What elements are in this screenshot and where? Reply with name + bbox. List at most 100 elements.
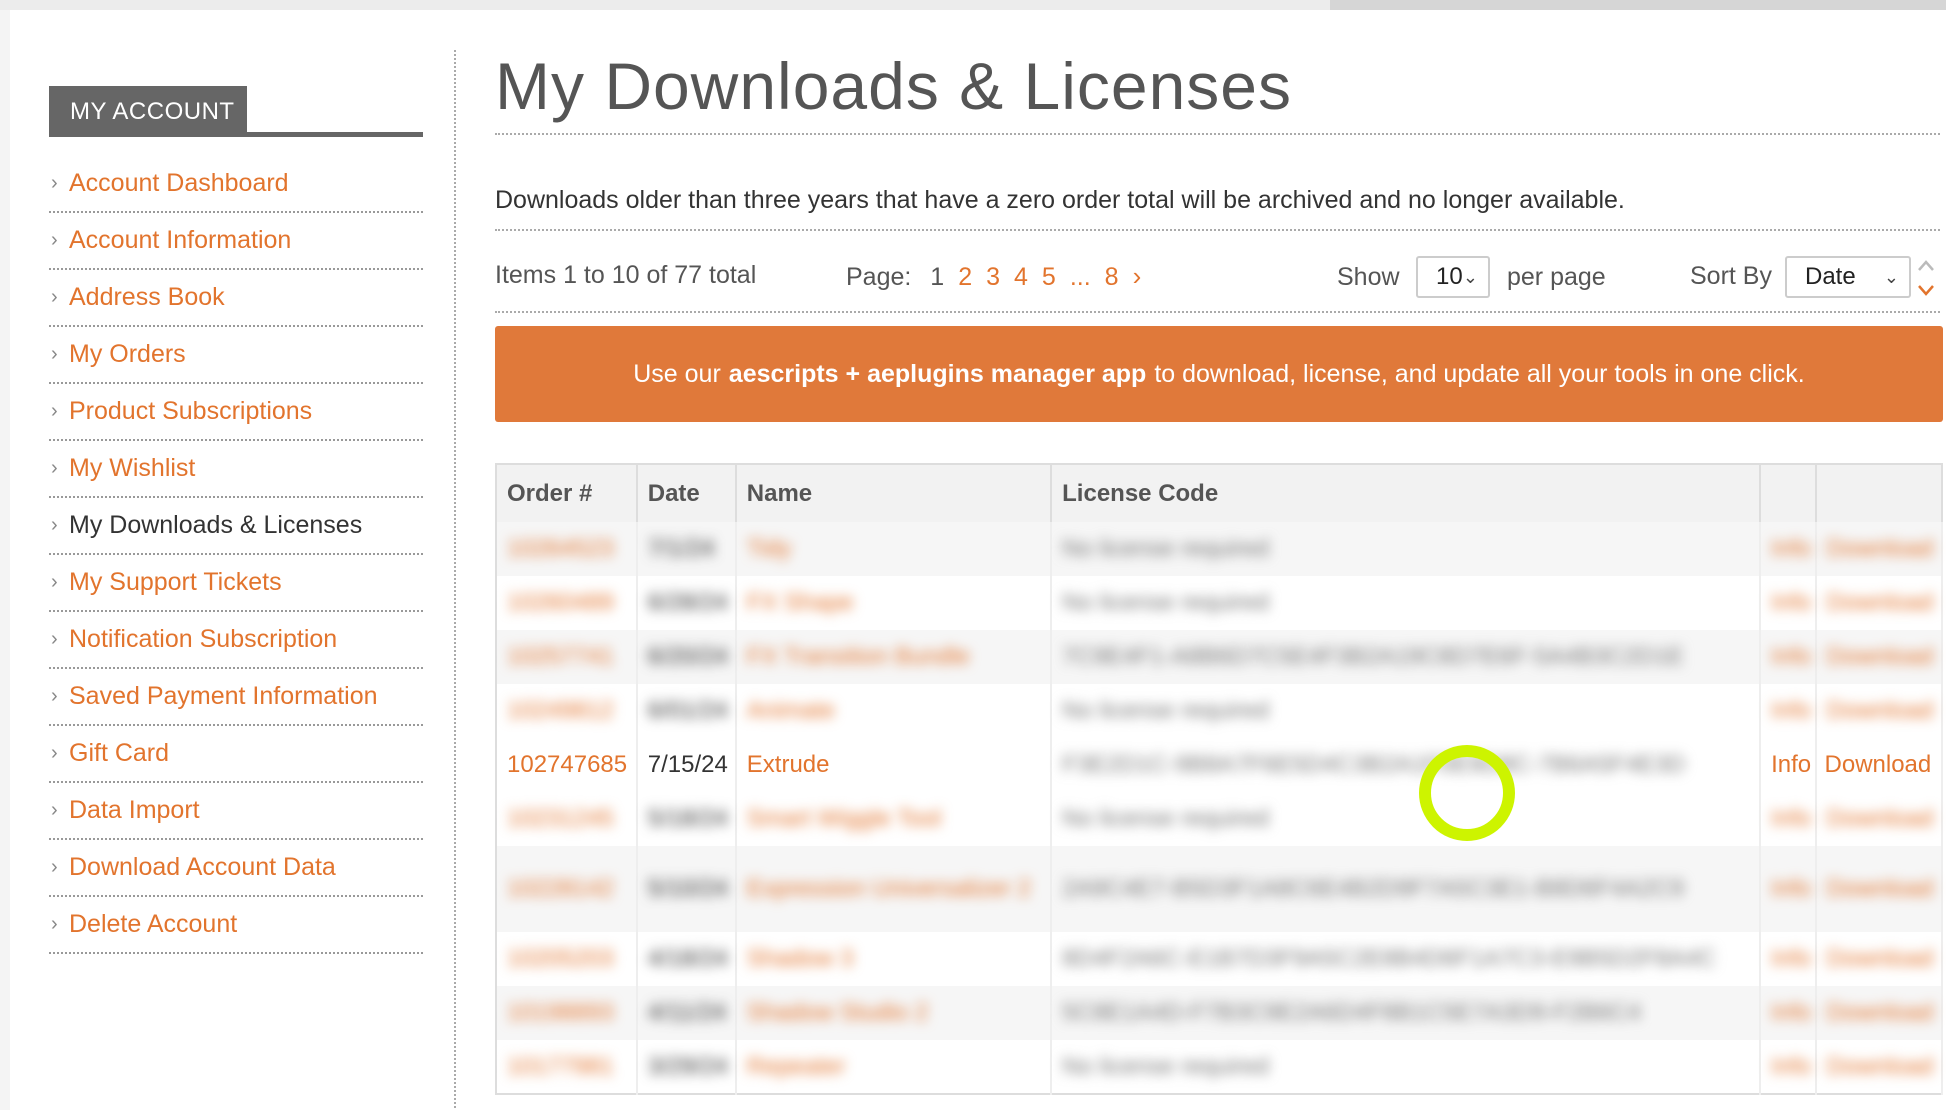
order-number-link[interactable]: 10177981 (507, 1053, 614, 1080)
sort-select[interactable]: Date ⌄ (1785, 256, 1911, 298)
info-link[interactable]: Info (1771, 875, 1811, 902)
download-link[interactable]: Download (1827, 535, 1934, 562)
product-name-link[interactable]: Animate (747, 697, 835, 724)
info-link[interactable]: Info (1771, 535, 1811, 562)
product-name-link[interactable]: Smart Wiggle Tool (747, 805, 941, 832)
info-link[interactable]: Info (1771, 751, 1811, 778)
sidebar-item-address-book[interactable]: › Address Book (49, 270, 423, 327)
archive-notice: Downloads older than three years that ha… (495, 186, 1625, 214)
order-number-link[interactable]: 10231245 (507, 805, 614, 832)
product-name-link[interactable]: Repeater (747, 1053, 846, 1080)
info-link[interactable]: Info (1771, 643, 1811, 670)
sidebar-item-account-dashboard[interactable]: › Account Dashboard (49, 156, 423, 213)
sidebar-item-label[interactable]: Gift Card (69, 739, 169, 768)
order-number-link[interactable]: 10205203 (507, 945, 614, 972)
chevron-right-icon: › (51, 913, 58, 935)
product-name-link[interactable]: FX Transition Bundle (747, 643, 970, 670)
info-link[interactable]: Info (1771, 805, 1811, 832)
product-name-link[interactable]: Shadow 3 (747, 945, 854, 972)
sidebar-item-label[interactable]: Product Subscriptions (69, 397, 312, 426)
cell-info: Info (1760, 522, 1817, 576)
sidebar-item-label[interactable]: Account Information (69, 226, 291, 255)
product-name-link[interactable]: FX Shape (747, 589, 854, 616)
order-number-link[interactable]: 10198893 (507, 999, 614, 1026)
product-name-link[interactable]: Extrude (747, 751, 830, 778)
order-date: 6/20/24 (647, 643, 728, 670)
product-name-link[interactable]: Tidy (747, 535, 791, 562)
order-number-link[interactable]: 10260489 (507, 589, 614, 616)
col-header-download (1815, 464, 1944, 522)
order-number-link[interactable]: 10257741 (507, 643, 614, 670)
download-link[interactable]: Download (1827, 875, 1934, 902)
cell-order: 10249812 (496, 684, 638, 738)
cell-license: No license required (1051, 576, 1762, 630)
page-link-3[interactable]: 3 (986, 263, 1000, 291)
sidebar-item-my-wishlist[interactable]: › My Wishlist (49, 441, 423, 498)
cell-date: 7/15/24 (636, 738, 737, 792)
col-header-name: Name (735, 464, 1053, 522)
table-body: 10264523 7/1/24 Tidy No license required Inf… (496, 522, 1944, 1094)
sidebar-item-gift-card[interactable]: › Gift Card (49, 726, 423, 783)
sidebar-item-account-information[interactable]: › Account Information (49, 213, 423, 270)
sidebar-item-data-import[interactable]: › Data Import (49, 783, 423, 840)
sidebar-item-label[interactable]: Account Dashboard (69, 169, 289, 198)
sidebar-item-saved-payment-information[interactable]: › Saved Payment Information (49, 669, 423, 726)
product-name-link[interactable]: Expression Universalizer 2 (747, 875, 1031, 902)
order-number-link[interactable]: 10228142 (507, 875, 614, 902)
download-link[interactable]: Download (1827, 945, 1934, 972)
page-link-8[interactable]: 8 (1105, 263, 1119, 291)
order-number-link[interactable]: 10264523 (507, 535, 614, 562)
per-page-value: 10 (1436, 263, 1463, 290)
manager-app-banner[interactable]: Use our aescripts + aeplugins manager ap… (495, 326, 1943, 422)
page-link-4[interactable]: 4 (1014, 263, 1028, 291)
top-strip (0, 0, 1330, 10)
sidebar-item-download-account-data[interactable]: › Download Account Data (49, 840, 423, 897)
page-link-2[interactable]: 2 (958, 263, 972, 291)
banner-app-name[interactable]: aescripts + aeplugins manager app (729, 360, 1147, 389)
sidebar-item-label[interactable]: My Support Tickets (69, 568, 282, 597)
sidebar-item-label[interactable]: Data Import (69, 796, 200, 825)
sort-direction-icon[interactable] (1915, 256, 1937, 300)
sidebar-item-my-orders[interactable]: › My Orders (49, 327, 423, 384)
sidebar-item-label[interactable]: Saved Payment Information (69, 682, 378, 711)
cell-order: 10205203 (496, 932, 638, 986)
sidebar-item-label[interactable]: Download Account Data (69, 853, 336, 882)
next-page-icon[interactable]: › (1133, 261, 1142, 291)
sidebar-item-product-subscriptions[interactable]: › Product Subscriptions (49, 384, 423, 441)
download-link[interactable]: Download (1827, 589, 1934, 616)
col-header-info (1760, 464, 1817, 522)
info-link[interactable]: Info (1771, 945, 1811, 972)
sidebar-item-delete-account[interactable]: › Delete Account (49, 897, 423, 954)
cell-download: Download (1815, 792, 1944, 846)
download-link[interactable]: Download (1827, 999, 1934, 1026)
sidebar-item-notification-subscription[interactable]: › Notification Subscription (49, 612, 423, 669)
sidebar-item-my-support-tickets[interactable]: › My Support Tickets (49, 555, 423, 612)
cell-info: Info (1760, 684, 1817, 738)
license-code: 7C9E4F1-A8B6D7C5E4F3B2A19C8D7E6F-5A4B3C2… (1062, 643, 1684, 670)
download-link[interactable]: Download (1827, 1053, 1934, 1080)
order-number-link[interactable]: 10249812 (507, 697, 614, 724)
download-link[interactable]: Download (1825, 751, 1932, 778)
sidebar-item-label[interactable]: Delete Account (69, 910, 237, 939)
info-link[interactable]: Info (1771, 1053, 1811, 1080)
download-link[interactable]: Download (1827, 805, 1934, 832)
info-link[interactable]: Info (1771, 697, 1811, 724)
page-link-1: 1 (930, 263, 945, 291)
info-link[interactable]: Info (1771, 999, 1811, 1026)
sidebar-item-label[interactable]: My Wishlist (69, 454, 195, 483)
product-name-link[interactable]: Shadow Studio 2 (747, 999, 928, 1026)
per-page-select[interactable]: 10 ⌄ (1416, 256, 1490, 298)
cell-download: Download (1815, 1040, 1944, 1094)
cell-date: 4/18/24 (636, 932, 737, 986)
sidebar-item-label[interactable]: My Orders (69, 340, 186, 369)
order-number-link[interactable]: 102747685 (507, 751, 627, 778)
table-row: 10198893 4/11/24 Shadow Studio 2 5C8E1A4D-F… (496, 986, 1944, 1040)
order-date: 5/10/24 (647, 875, 728, 902)
download-link[interactable]: Download (1827, 697, 1934, 724)
page-link-5[interactable]: 5 (1042, 263, 1056, 291)
download-link[interactable]: Download (1827, 643, 1934, 670)
info-link[interactable]: Info (1771, 589, 1811, 616)
sidebar-item-label[interactable]: Notification Subscription (69, 625, 337, 654)
sidebar-item-label[interactable]: Address Book (69, 283, 225, 312)
cell-license: F3E2D1C-9B8A7F6E5D4C3B2A1F0E9D8C-7B6A5F4… (1051, 738, 1762, 792)
